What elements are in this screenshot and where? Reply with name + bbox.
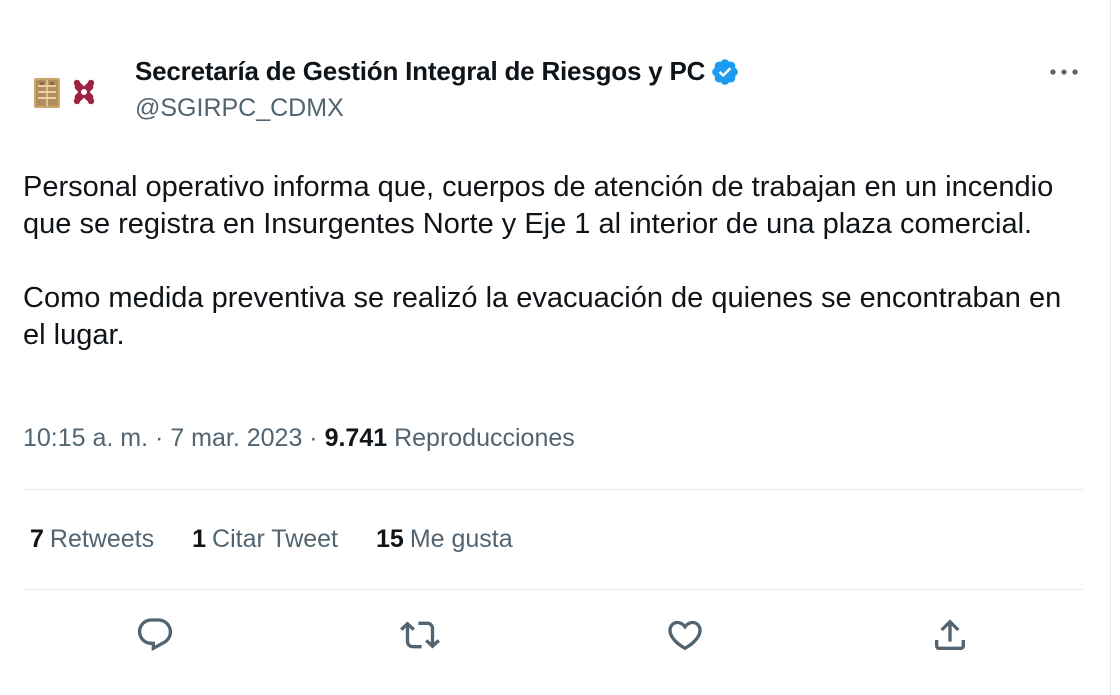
retweet-icon [400, 621, 440, 649]
tweet-time[interactable]: 10:15 a. m. [23, 424, 148, 452]
reply-icon [137, 618, 173, 652]
retweets-stat[interactable]: 7 Retweets [30, 525, 154, 554]
tweet-paragraph: Como medida preventiva se realizó la eva… [23, 282, 1062, 351]
quotes-count: 1 [192, 525, 207, 553]
meta-separator: · [309, 424, 318, 452]
share-icon [935, 619, 965, 650]
quotes-label: Citar Tweet [212, 525, 339, 553]
divider [23, 589, 1083, 590]
tweet-paragraph: Personal operativo informa que, cuerpos … [23, 171, 1054, 240]
cdmx-logo-icon [34, 78, 95, 108]
likes-stat[interactable]: 15 Me gusta [376, 525, 513, 554]
tweet-date[interactable]: 7 mar. 2023 [170, 424, 302, 452]
reply-button[interactable] [132, 612, 178, 658]
divider [23, 489, 1083, 490]
like-icon [668, 620, 702, 651]
meta-separator: · [155, 424, 164, 452]
tweet-actions [0, 612, 1120, 658]
likes-count: 15 [376, 525, 404, 553]
more-options-button[interactable] [1044, 58, 1084, 86]
likes-label: Me gusta [409, 525, 513, 553]
retweets-count: 7 [30, 525, 44, 553]
tweet-meta: 10:15 a. m. · 7 mar. 2023 · 9.741 Reprod… [23, 424, 575, 453]
author-name-row: Secretaría de Gestión Integral de Riesgo… [135, 56, 740, 87]
verified-badge-icon[interactable] [710, 57, 740, 87]
views-count: 9.741 [324, 424, 388, 452]
more-options-icon [1050, 69, 1078, 75]
like-button[interactable] [662, 612, 708, 658]
author-handle[interactable]: @SGIRPC_CDMX [135, 94, 344, 123]
share-button[interactable] [927, 612, 973, 658]
timeline-border [1110, 0, 1111, 695]
author-display-name[interactable]: Secretaría de Gestión Integral de Riesgo… [135, 56, 705, 87]
quotes-stat[interactable]: 1 Citar Tweet [192, 525, 338, 554]
views-label: Reproducciones [394, 424, 575, 452]
tweet-card: Secretaría de Gestión Integral de Riesgo… [0, 0, 1120, 695]
retweet-button[interactable] [397, 612, 443, 658]
tweet-stats: 7 Retweets 1 Citar Tweet 15 Me gusta [30, 525, 551, 554]
avatar[interactable] [22, 52, 110, 124]
tweet-text: Personal operativo informa que, cuerpos … [23, 169, 1083, 354]
retweets-label: Retweets [49, 525, 155, 553]
